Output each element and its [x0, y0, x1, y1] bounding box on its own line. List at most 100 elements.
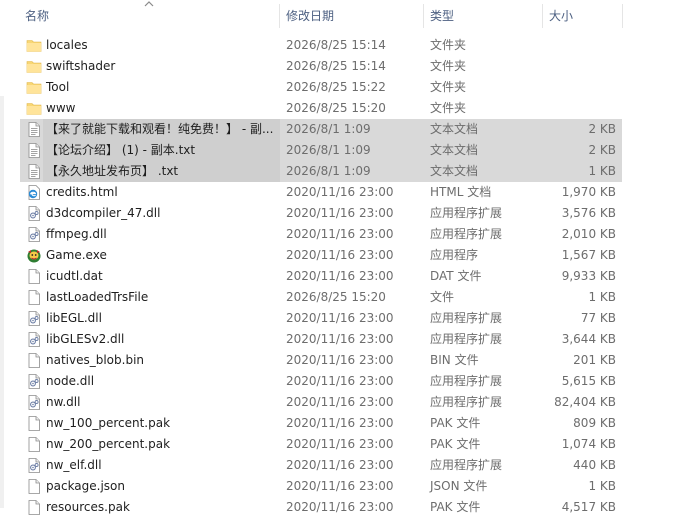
- file-name: Game.exe: [46, 248, 107, 262]
- file-size: 1,074 KB: [561, 437, 616, 451]
- file-row[interactable]: nw_100_percent.pak 2020/11/16 23:00 PAK 文件…: [20, 413, 622, 434]
- file-modified-date: 2020/11/16 23:00: [286, 227, 394, 241]
- file-type: 文本文档: [430, 164, 479, 178]
- file-modified-date: 2020/11/16 23:00: [286, 374, 394, 388]
- file-name: nw.dll: [46, 395, 81, 409]
- dll-file-icon: [26, 394, 42, 411]
- file-name: package.json: [46, 479, 126, 493]
- file-name: nw_100_percent.pak: [46, 416, 171, 430]
- column-header-date[interactable]: 修改日期: [282, 0, 422, 32]
- file-row[interactable]: 【论坛介绍】 (1) - 副本.txt 2026/8/1 1:09 文本文档 2 KB: [20, 140, 622, 161]
- file-row[interactable]: nw_elf.dll 2020/11/16 23:00 应用程序扩展 440 KB: [20, 455, 622, 476]
- file-modified-date: 2026/8/1 1:09: [286, 164, 371, 178]
- file-type: DAT 文件: [430, 269, 482, 283]
- file-type: BIN 文件: [430, 353, 479, 367]
- file-name: credits.html: [46, 185, 118, 199]
- file-row[interactable]: lastLoadedTrsFile 2026/8/25 15:20 文件 1 KB: [20, 287, 622, 308]
- file-type: 文件夹: [430, 80, 467, 94]
- file-modified-date: 2020/11/16 23:00: [286, 206, 394, 220]
- file-type: 应用程序扩展: [430, 395, 503, 409]
- file-row[interactable]: nw_200_percent.pak 2020/11/16 23:00 PAK 文件…: [20, 434, 622, 455]
- file-modified-date: 2020/11/16 23:00: [286, 395, 394, 409]
- dll-file-icon: [26, 331, 42, 348]
- file-name: swiftshader: [46, 59, 116, 73]
- file-size: 2 KB: [588, 143, 616, 157]
- file-row[interactable]: libGLESv2.dll 2020/11/16 23:00 应用程序扩展 3,644…: [20, 329, 622, 350]
- file-row[interactable]: libEGL.dll 2020/11/16 23:00 应用程序扩展 77 KB: [20, 308, 622, 329]
- file-name: node.dll: [46, 374, 95, 388]
- file-row[interactable]: node.dll 2020/11/16 23:00 应用程序扩展 5,615 KB: [20, 371, 622, 392]
- file-type: 文件夹: [430, 59, 467, 73]
- file-size: 82,404 KB: [554, 395, 616, 409]
- file-row[interactable]: ffmpeg.dll 2020/11/16 23:00 应用程序扩展 2,010 KB: [20, 224, 622, 245]
- dll-file-icon: [26, 457, 42, 474]
- edge-html-icon: [26, 184, 42, 201]
- file-name: locales: [46, 38, 88, 52]
- file-name: libGLESv2.dll: [46, 332, 125, 346]
- column-divider[interactable]: [542, 4, 543, 28]
- file-modified-date: 2020/11/16 23:00: [286, 269, 394, 283]
- file-modified-date: 2020/11/16 23:00: [286, 416, 394, 430]
- file-modified-date: 2020/11/16 23:00: [286, 311, 394, 325]
- column-header-size[interactable]: 大小: [545, 0, 621, 32]
- blank-file-icon: [26, 268, 42, 285]
- text-file-icon: [26, 121, 42, 138]
- blank-file-icon: [26, 415, 42, 432]
- file-row[interactable]: 【永久地址发布页】 .txt 2026/8/1 1:09 文本文档 1 KB: [20, 161, 622, 182]
- column-header-bar: 名称 修改日期 类型 大小: [0, 0, 679, 33]
- folder-icon: [26, 79, 42, 96]
- file-name: natives_blob.bin: [46, 353, 145, 367]
- file-row[interactable]: nw.dll 2020/11/16 23:00 应用程序扩展 82,404 KB: [20, 392, 622, 413]
- file-modified-date: 2020/11/16 23:00: [286, 248, 394, 262]
- column-header-name[interactable]: 名称: [21, 0, 278, 32]
- file-modified-date: 2020/11/16 23:00: [286, 479, 394, 493]
- file-type: PAK 文件: [430, 437, 481, 451]
- game-exe-icon: [26, 247, 42, 264]
- file-row[interactable]: package.json 2020/11/16 23:00 JSON 文件 1 KB: [20, 476, 622, 497]
- file-size: 1 KB: [588, 479, 616, 493]
- column-header-type[interactable]: 类型: [426, 0, 542, 32]
- file-type: 应用程序扩展: [430, 311, 503, 325]
- navigation-pane-edge: [0, 0, 8, 508]
- file-type: 文件: [430, 290, 455, 304]
- file-size: 9,933 KB: [561, 269, 616, 283]
- file-size: 1 KB: [588, 164, 616, 178]
- file-name: lastLoadedTrsFile: [46, 290, 149, 304]
- file-row[interactable]: icudtl.dat 2020/11/16 23:00 DAT 文件 9,933 KB: [20, 266, 622, 287]
- blank-file-icon: [26, 436, 42, 453]
- file-name: Tool: [46, 80, 70, 94]
- file-type: 应用程序: [430, 248, 479, 262]
- text-file-icon: [26, 142, 42, 159]
- file-row[interactable]: d3dcompiler_47.dll 2020/11/16 23:00 应用程序扩展…: [20, 203, 622, 224]
- column-divider[interactable]: [423, 4, 424, 28]
- file-name: d3dcompiler_47.dll: [46, 206, 161, 220]
- file-row[interactable]: locales 2026/8/25 15:14 文件夹: [20, 35, 622, 56]
- file-row[interactable]: swiftshader 2026/8/25 15:14 文件夹: [20, 56, 622, 77]
- file-type: 应用程序扩展: [430, 458, 503, 472]
- file-type: 文本文档: [430, 122, 479, 136]
- column-divider[interactable]: [622, 4, 623, 28]
- file-name: libEGL.dll: [46, 311, 102, 325]
- file-row[interactable]: 【来了就能下载和观看！纯免费！】 - 副... 2026/8/1 1:09 文本文档…: [20, 119, 622, 140]
- file-size: 440 KB: [573, 458, 616, 472]
- file-type: 文件夹: [430, 38, 467, 52]
- file-row[interactable]: credits.html 2020/11/16 23:00 HTML 文档 1,970…: [20, 182, 622, 203]
- file-type: PAK 文件: [430, 416, 481, 430]
- file-name: www: [46, 101, 76, 115]
- file-row[interactable]: www 2026/8/25 15:20 文件夹: [20, 98, 622, 119]
- dll-file-icon: [26, 205, 42, 222]
- dll-file-icon: [26, 226, 42, 243]
- file-row[interactable]: Game.exe 2020/11/16 23:00 应用程序 1,567 KB: [20, 245, 622, 266]
- file-type: HTML 文档: [430, 185, 492, 199]
- folder-icon: [26, 58, 42, 75]
- file-size: [542, 56, 616, 77]
- file-modified-date: 2020/11/16 23:00: [286, 332, 394, 346]
- file-row[interactable]: Tool 2026/8/25 15:22 文件夹: [20, 77, 622, 98]
- file-name: 【永久地址发布页】 .txt: [43, 161, 280, 182]
- vertical-scrollbar[interactable]: [674, 0, 679, 508]
- column-divider[interactable]: [279, 4, 280, 28]
- file-type: 文本文档: [430, 143, 479, 157]
- file-row[interactable]: natives_blob.bin 2020/11/16 23:00 BIN 文件 20…: [20, 350, 622, 371]
- file-size: [542, 77, 616, 98]
- file-size: 2 KB: [588, 122, 616, 136]
